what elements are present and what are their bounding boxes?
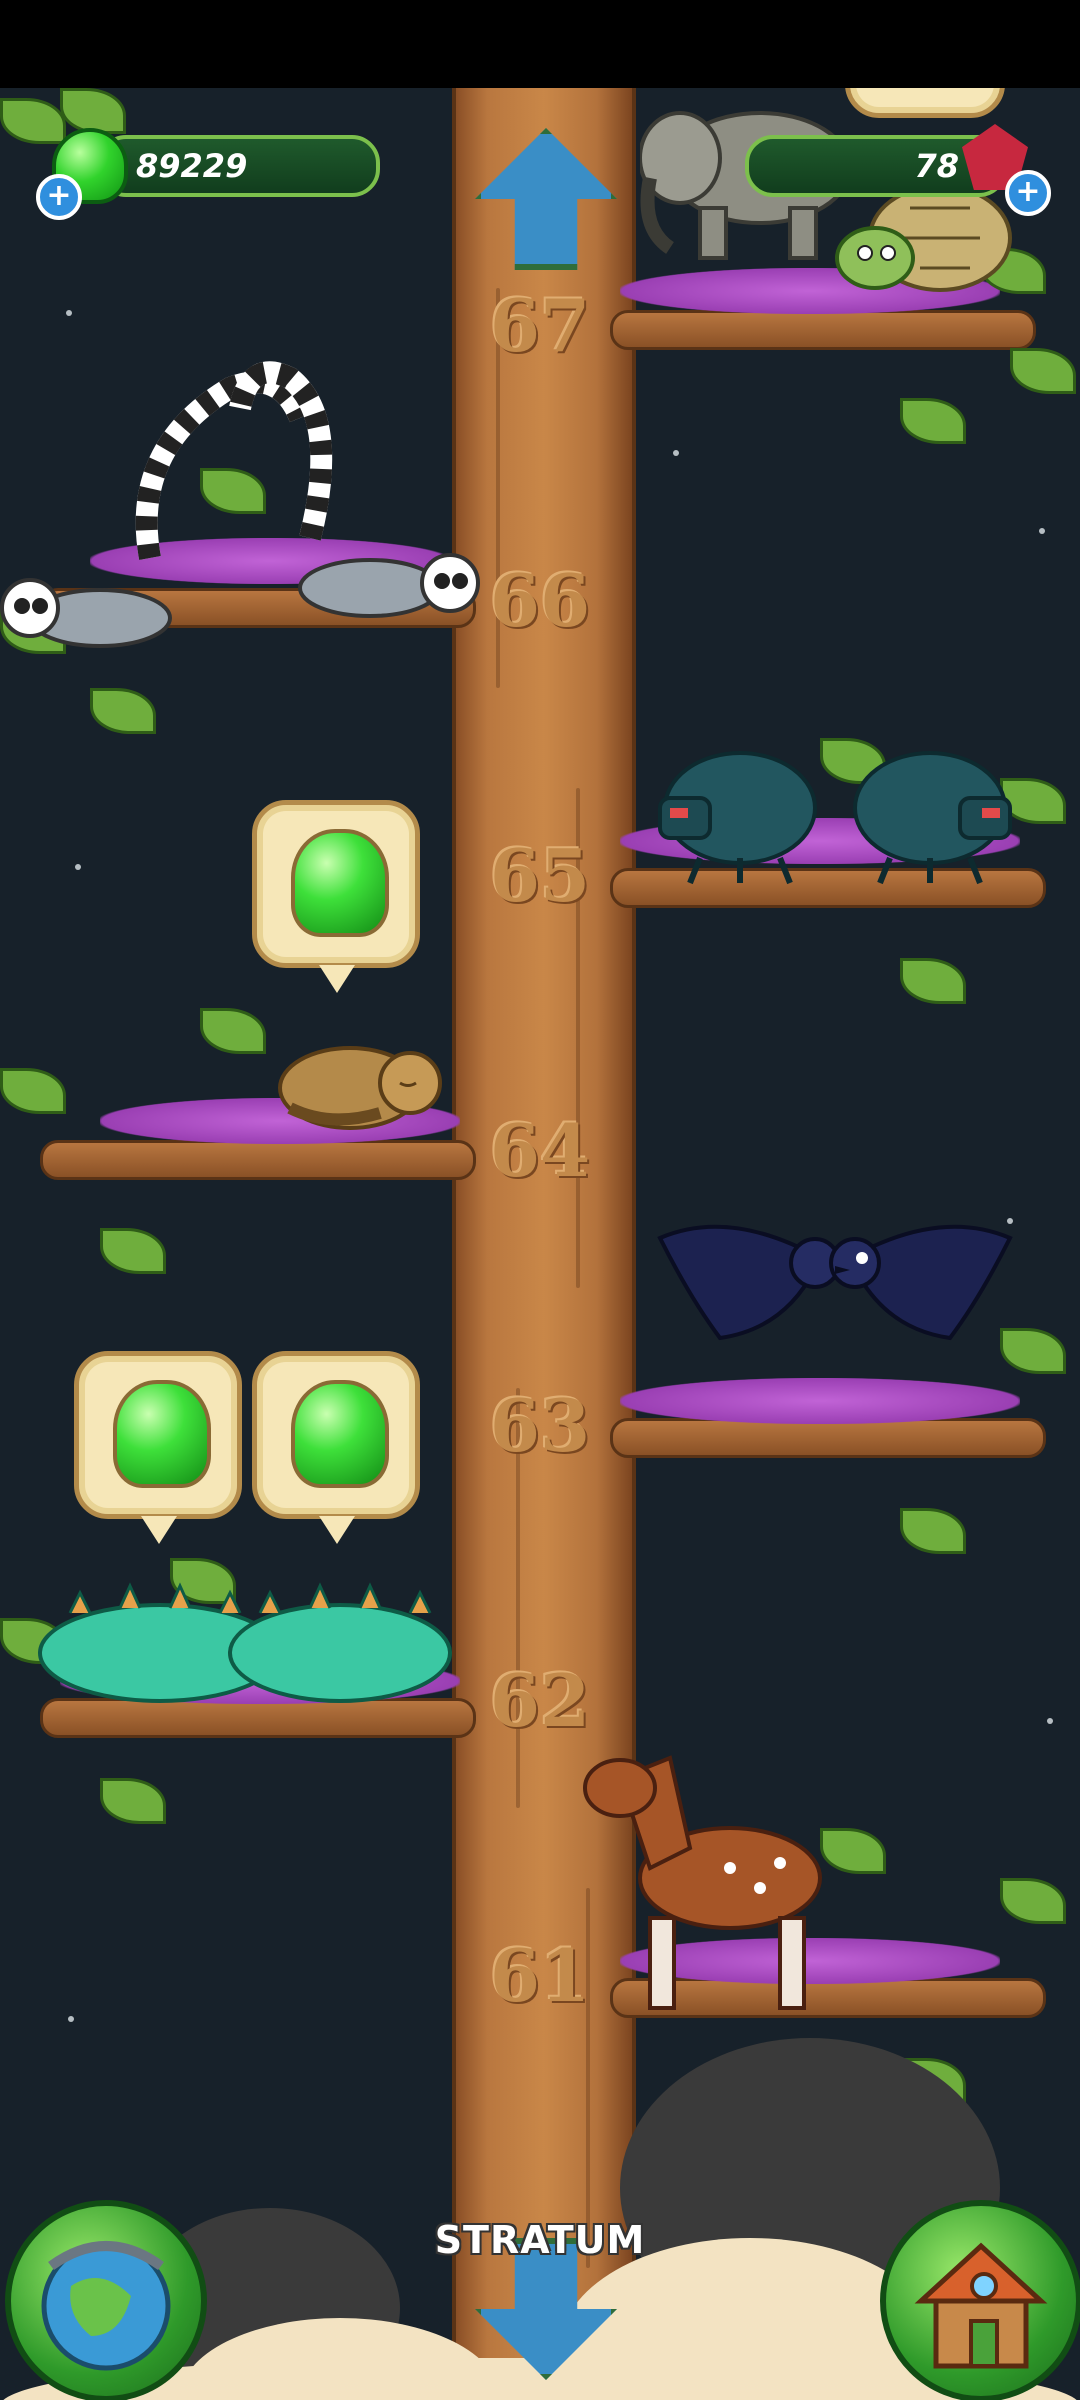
moss-pad	[620, 1378, 1020, 1424]
collect-gem-bubble[interactable]	[74, 1351, 242, 1544]
tortoise-creature[interactable]	[830, 178, 1020, 308]
leaf	[1000, 1878, 1066, 1924]
leaf	[0, 1068, 66, 1114]
green-gem-icon	[291, 829, 389, 937]
leaf	[90, 688, 156, 734]
crystal-count: 78	[914, 147, 959, 185]
leaf	[900, 1508, 966, 1554]
leaf	[1010, 348, 1076, 394]
gem-counter: 89229	[98, 135, 380, 197]
globe-button[interactable]	[5, 2200, 207, 2400]
gem-count: 89229	[136, 147, 248, 185]
collect-gem-bubble[interactable]	[252, 1351, 420, 1544]
collect-gem-bubble[interactable]	[845, 88, 1005, 118]
house-icon	[914, 2242, 1048, 2369]
star	[673, 450, 679, 456]
branch-67	[610, 310, 1036, 350]
house-button[interactable]	[880, 2200, 1080, 2400]
crow-creature[interactable]	[650, 1208, 1020, 1358]
lizard-creature[interactable]	[220, 1578, 460, 1708]
beetle-creature[interactable]	[850, 748, 1030, 888]
branch-63	[610, 1418, 1046, 1458]
horse-creature[interactable]	[580, 1718, 840, 2018]
leaf	[100, 1228, 166, 1274]
level-number-64: 64	[489, 1108, 591, 1193]
leaf	[100, 1778, 166, 1824]
tree-scene: 67 66 65 64 63 62 61 STRATUM	[0, 88, 1080, 2400]
leaf	[0, 98, 66, 144]
branch-64	[40, 1140, 476, 1180]
star	[68, 2016, 74, 2022]
plus-icon: +	[1015, 174, 1041, 209]
status-bar	[0, 0, 1080, 88]
add-gems-button[interactable]: +	[36, 174, 82, 220]
level-number-65: 65	[489, 833, 591, 918]
star	[66, 310, 72, 316]
green-gem-icon	[113, 1380, 211, 1488]
lemur-creature[interactable]	[170, 338, 490, 658]
green-gem-icon	[291, 1380, 389, 1488]
cat-creature[interactable]	[270, 1028, 450, 1138]
leaf	[60, 88, 126, 134]
globe-icon	[41, 2241, 171, 2371]
star	[1047, 1718, 1053, 1724]
level-number-63: 63	[489, 1383, 591, 1468]
collect-gem-bubble[interactable]	[252, 800, 420, 993]
leaf	[200, 1008, 266, 1054]
beetle-creature[interactable]	[640, 748, 820, 888]
add-crystals-button[interactable]: +	[1005, 170, 1051, 216]
star	[75, 864, 81, 870]
leaf	[900, 958, 966, 1004]
star	[1039, 528, 1045, 534]
level-number-66: 66	[489, 558, 591, 643]
plus-icon: +	[46, 178, 72, 213]
level-number-67: 67	[489, 283, 591, 368]
leaf	[900, 398, 966, 444]
